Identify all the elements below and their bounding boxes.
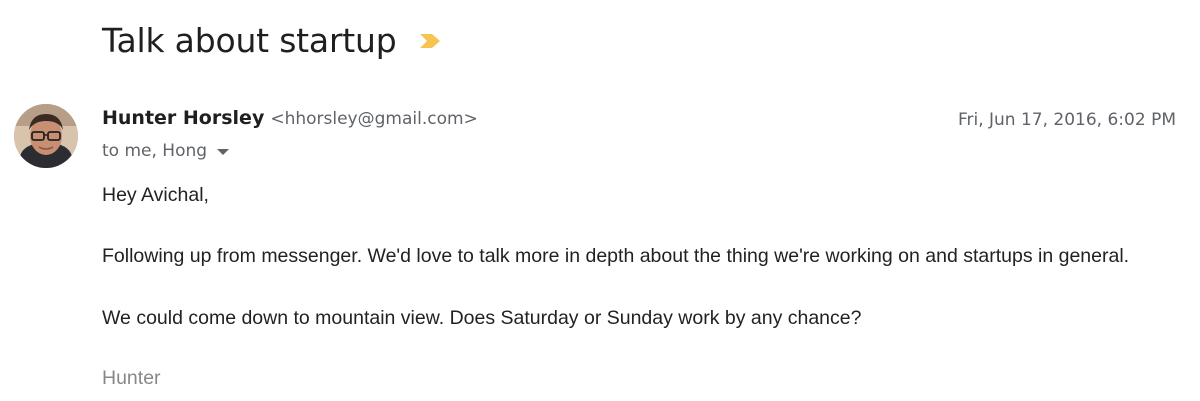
sender-email[interactable]: <hhorsley@gmail.com> xyxy=(270,109,477,129)
chevron-down-icon[interactable] xyxy=(217,149,230,155)
recipients-toggle[interactable]: to me, Hong xyxy=(102,141,230,161)
sender-name[interactable]: Hunter Horsley xyxy=(102,107,264,129)
body-greeting: Hey Avichal, xyxy=(102,184,209,206)
recipients-text: to me, Hong xyxy=(102,141,208,161)
important-marker-icon[interactable] xyxy=(419,33,441,49)
email-signature: Hunter xyxy=(102,367,161,389)
email-subject: Talk about startup xyxy=(102,20,397,60)
email-date: Fri, Jun 17, 2016, 6:02 PM xyxy=(957,110,1176,130)
body-paragraph-2: We could come down to mountain view. Doe… xyxy=(102,307,862,329)
avatar[interactable] xyxy=(14,104,78,168)
body-paragraph-1: Following up from messenger. We'd love t… xyxy=(102,245,1130,267)
sender-line: Hunter Horsley <hhorsley@gmail.com> xyxy=(102,107,478,129)
subject-row: Talk about startup xyxy=(102,14,441,66)
